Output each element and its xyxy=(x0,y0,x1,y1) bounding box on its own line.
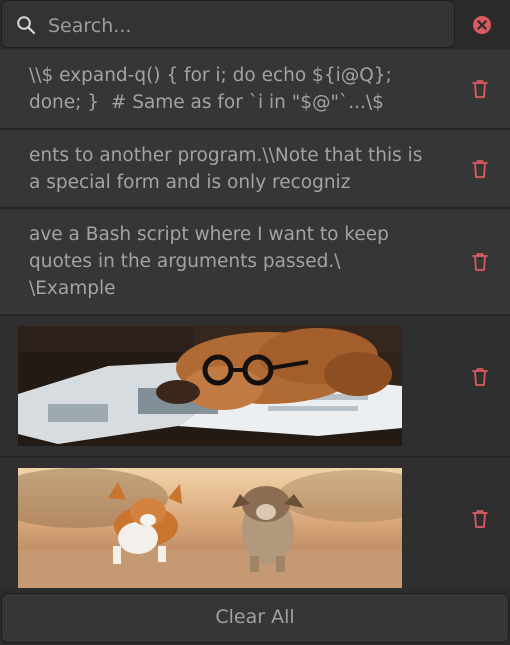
trash-icon[interactable] xyxy=(470,78,490,100)
trash-icon[interactable] xyxy=(470,158,490,180)
list-item[interactable]: \\$ expand-q() { for i; do echo ${i@Q}; … xyxy=(0,50,510,130)
clear-search-icon[interactable] xyxy=(472,15,492,35)
search-bar xyxy=(0,0,510,50)
search-input[interactable] xyxy=(46,9,440,43)
search-field[interactable] xyxy=(1,0,455,48)
list-item-text: \\$ expand-q() { for i; do echo ${i@Q}; … xyxy=(29,65,398,113)
search-icon xyxy=(17,16,36,35)
trash-icon[interactable] xyxy=(470,508,490,530)
list-item[interactable] xyxy=(0,316,510,458)
trash-icon[interactable] xyxy=(470,251,490,273)
dog-reading-image xyxy=(18,326,402,446)
list-item-text: ents to another program.\\Note that this… xyxy=(29,145,429,193)
clear-all-button[interactable]: Clear All xyxy=(1,593,509,643)
clipboard-history-list: \\$ expand-q() { for i; do echo ${i@Q}; … xyxy=(0,50,510,590)
list-item[interactable]: ents to another program.\\Note that this… xyxy=(0,130,510,209)
list-item-text: ave a Bash script where I want to keep q… xyxy=(29,224,389,299)
list-item[interactable] xyxy=(0,458,510,590)
dogs-running-image xyxy=(18,468,402,588)
trash-icon[interactable] xyxy=(470,366,490,388)
list-item[interactable]: ave a Bash script where I want to keep q… xyxy=(0,209,510,316)
